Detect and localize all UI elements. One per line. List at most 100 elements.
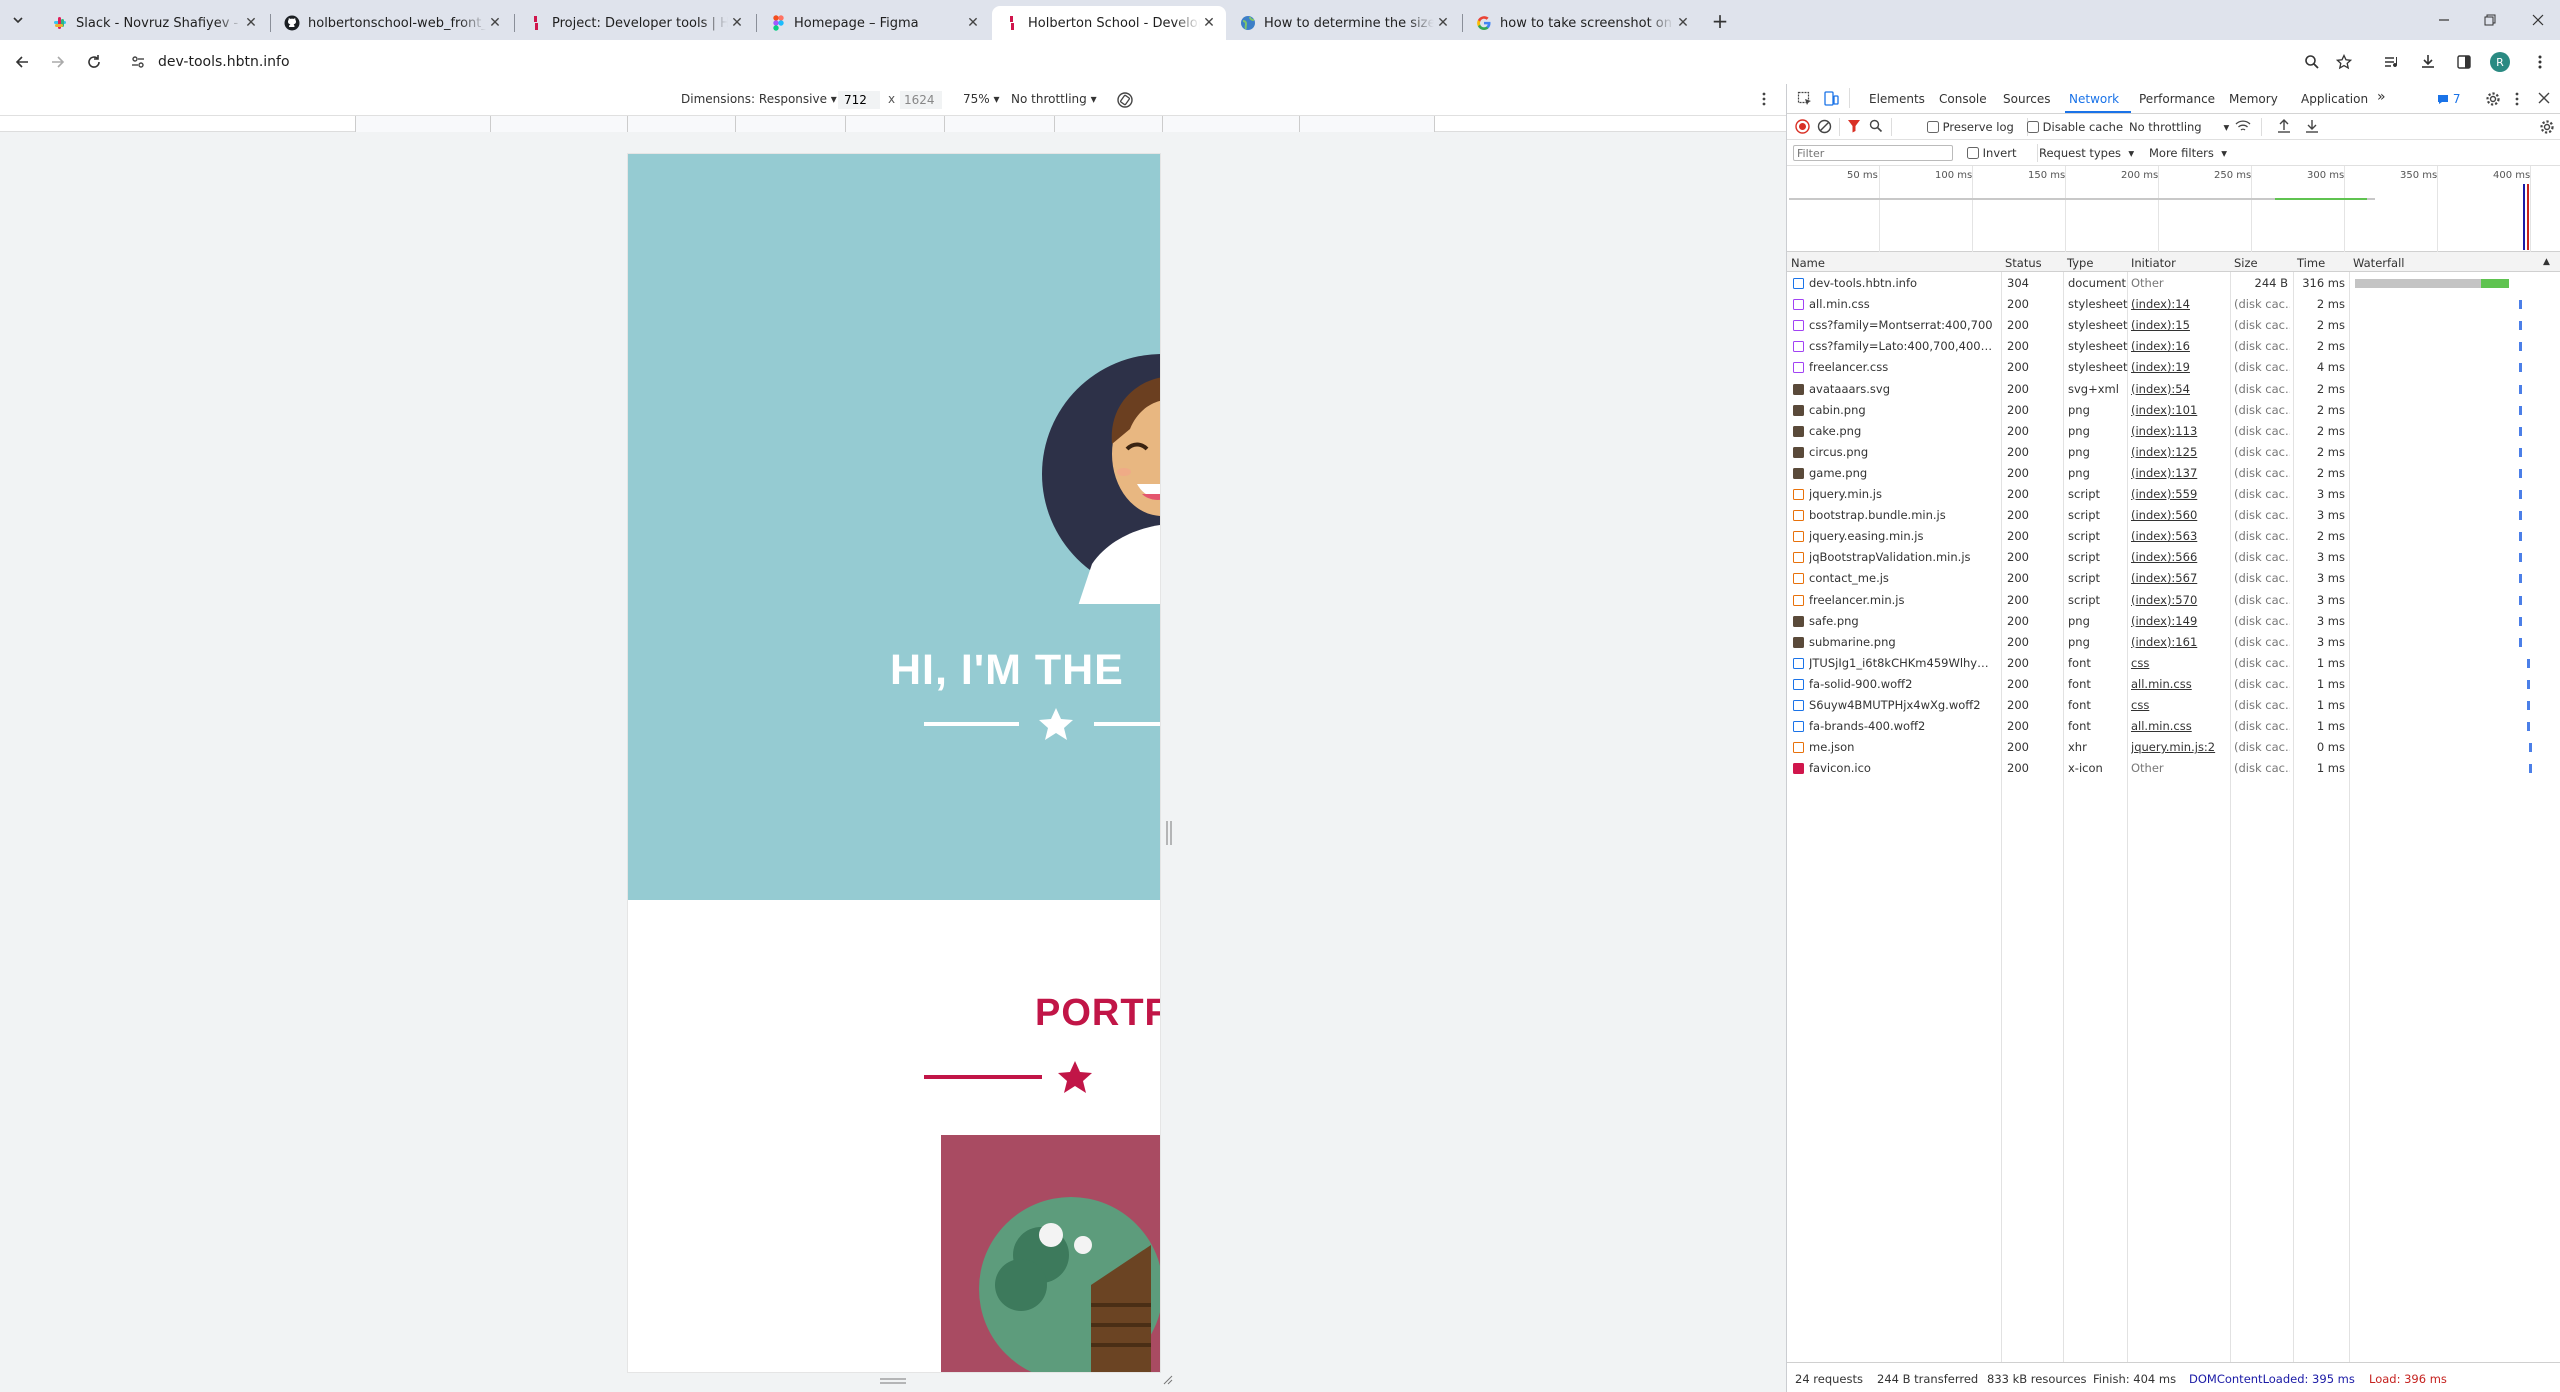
tab-search-icon[interactable] [6, 8, 30, 32]
column-header-type[interactable]: Type [2067, 256, 2093, 270]
browser-tab-4[interactable]: Holberton School - Developer tools ✕ [992, 6, 1226, 40]
browser-tab-3[interactable]: Homepage – Figma ✕ [758, 6, 990, 40]
request-name[interactable]: all.min.css [1809, 297, 1995, 311]
bookmark-star-icon[interactable] [2332, 50, 2356, 74]
request-initiator[interactable]: (index):149 [2131, 614, 2231, 628]
request-name[interactable]: freelancer.css [1809, 360, 1995, 374]
portfolio-item-cabin[interactable] [941, 1135, 1160, 1372]
browser-tab-2[interactable]: Project: Developer tools | Holberton ✕ [516, 6, 754, 40]
column-header-status[interactable]: Status [2005, 256, 2042, 270]
request-initiator[interactable]: (index):14 [2131, 297, 2231, 311]
viewport-resize-handle-right[interactable] [1162, 153, 1176, 1373]
request-initiator[interactable]: all.min.css [2131, 677, 2231, 691]
request-name[interactable]: fa-solid-900.woff2 [1809, 677, 1995, 691]
url-text[interactable]: dev-tools.hbtn.info [158, 54, 290, 70]
network-overview-timeline[interactable]: 50 ms 100 ms 150 ms 200 ms 250 ms 300 ms… [1787, 166, 2560, 252]
throttling-dropdown[interactable]: No throttling ▾ [1011, 92, 1097, 106]
filter-input[interactable] [1793, 145, 1953, 161]
request-initiator[interactable]: (index):15 [2131, 318, 2231, 332]
reload-icon[interactable] [82, 50, 106, 74]
request-name[interactable]: circus.png [1809, 445, 1995, 459]
close-window-icon[interactable] [2524, 8, 2552, 32]
chrome-menu-icon[interactable] [2528, 50, 2552, 74]
settings-gear-icon[interactable] [2485, 91, 2501, 107]
request-row[interactable]: S6uyw4BMUTPHjx4wXg.woff2 200 font css (disk … [1787, 695, 2560, 716]
side-panel-icon[interactable] [2452, 50, 2476, 74]
tab-sources[interactable]: Sources [2003, 92, 2050, 106]
request-name[interactable]: jqBootstrapValidation.min.js [1809, 550, 1995, 564]
request-row[interactable]: submarine.png 200 png (index):161 (disk cac.… [1787, 632, 2560, 653]
downloads-icon[interactable] [2416, 50, 2440, 74]
sort-ascending-icon[interactable]: ▲ [2543, 257, 2550, 267]
height-field[interactable] [900, 91, 942, 109]
request-row[interactable]: me.json 200 xhr jquery.min.js:2 (disk cac...… [1787, 737, 2560, 758]
request-row[interactable]: bootstrap.bundle.min.js 200 script (index):… [1787, 505, 2560, 526]
request-initiator[interactable]: (index):567 [2131, 571, 2231, 585]
emulated-viewport[interactable]: HI, I'M THE PORTF [627, 153, 1161, 1373]
more-tabs-button[interactable]: » [2377, 89, 2386, 105]
request-name[interactable]: dev-tools.hbtn.info [1809, 276, 1995, 290]
column-header-initiator[interactable]: Initiator [2131, 256, 2176, 270]
issues-badge[interactable]: 7 [2437, 92, 2460, 106]
request-row[interactable]: jquery.min.js 200 script (index):559 (disk c… [1787, 484, 2560, 505]
browser-tab-6[interactable]: how to take screenshot on chrome ✕ [1464, 6, 1700, 40]
device-toggle-icon[interactable] [1823, 91, 1839, 107]
network-conditions-icon[interactable] [2235, 119, 2251, 133]
clear-icon[interactable] [1817, 119, 1832, 134]
preserve-log-checkbox[interactable]: Preserve log [1927, 120, 2014, 134]
devtools-menu-icon[interactable] [2515, 92, 2519, 106]
request-initiator[interactable]: all.min.css [2131, 719, 2231, 733]
browser-tab-5[interactable]: How to determine the size of a ✕ [1228, 6, 1460, 40]
request-name[interactable]: freelancer.min.js [1809, 593, 1995, 607]
column-header-time[interactable]: Time [2297, 256, 2325, 270]
request-name[interactable]: S6uyw4BMUTPHjx4wXg.woff2 [1809, 698, 1995, 712]
request-initiator[interactable]: (index):566 [2131, 550, 2231, 564]
request-name[interactable]: css?family=Lato:400,700,400italic... [1809, 339, 1995, 353]
rotate-icon[interactable] [1116, 91, 1134, 109]
media-controls-icon[interactable] [2380, 50, 2404, 74]
request-name[interactable]: favicon.ico [1809, 761, 1995, 775]
close-tab-icon[interactable]: ✕ [1434, 14, 1452, 32]
resize-corner-icon[interactable] [1161, 1373, 1173, 1385]
profile-avatar[interactable]: R [2488, 50, 2512, 74]
tab-performance[interactable]: Performance [2139, 92, 2215, 106]
zoom-icon[interactable] [2300, 50, 2324, 74]
request-row[interactable]: fa-solid-900.woff2 200 font all.min.css (dis… [1787, 674, 2560, 695]
close-tab-icon[interactable]: ✕ [1674, 14, 1692, 32]
request-row[interactable]: safe.png 200 png (index):149 (disk cac... 3 m… [1787, 611, 2560, 632]
import-har-icon[interactable] [2277, 119, 2291, 133]
forward-icon[interactable] [46, 50, 70, 74]
request-name[interactable]: css?family=Montserrat:400,700 [1809, 318, 1995, 332]
request-row[interactable]: css?family=Lato:400,700,400italic... 200 s… [1787, 336, 2560, 357]
invert-checkbox[interactable]: Invert [1967, 146, 2016, 160]
tab-memory[interactable]: Memory [2229, 92, 2278, 106]
request-initiator[interactable]: jquery.min.js:2 [2131, 740, 2231, 754]
address-bar[interactable]: dev-tools.hbtn.info [120, 46, 2352, 78]
request-initiator[interactable]: (index):161 [2131, 635, 2231, 649]
media-query-segment[interactable] [845, 116, 945, 132]
close-tab-icon[interactable]: ✕ [486, 14, 504, 32]
request-initiator[interactable]: (index):570 [2131, 593, 2231, 607]
search-icon[interactable] [1869, 119, 1883, 133]
filter-funnel-icon[interactable] [1847, 119, 1861, 133]
request-name[interactable]: jquery.min.js [1809, 487, 1995, 501]
request-name[interactable]: avataaars.svg [1809, 382, 1995, 396]
request-row[interactable]: jqBootstrapValidation.min.js 200 script (in… [1787, 547, 2560, 568]
request-name[interactable]: game.png [1809, 466, 1995, 480]
request-initiator[interactable]: css [2131, 698, 2231, 712]
request-initiator[interactable]: (index):560 [2131, 508, 2231, 522]
column-header-name[interactable]: Name [1791, 256, 1825, 270]
site-info-icon[interactable] [130, 54, 150, 70]
request-row[interactable]: cake.png 200 png (index):113 (disk cac... 2 m… [1787, 421, 2560, 442]
viewport-resize-handle-bottom[interactable] [627, 1373, 1175, 1387]
request-name[interactable]: bootstrap.bundle.min.js [1809, 508, 1995, 522]
inspect-element-icon[interactable] [1797, 91, 1813, 107]
request-initiator[interactable]: (index):101 [2131, 403, 2231, 417]
request-row[interactable]: favicon.ico 200 x-icon Other (disk cac... 1 m… [1787, 758, 2560, 779]
request-name[interactable]: me.json [1809, 740, 1995, 754]
request-types-dropdown[interactable]: Request types ▾ [2039, 146, 2134, 160]
browser-tab-1[interactable]: holbertonschool-web_front_end ✕ [272, 6, 512, 40]
request-row[interactable]: all.min.css 200 stylesheet (index):14 (disk … [1787, 294, 2560, 315]
minimize-icon[interactable] [2430, 8, 2458, 32]
request-row[interactable]: contact_me.js 200 script (index):567 (disk c… [1787, 568, 2560, 589]
